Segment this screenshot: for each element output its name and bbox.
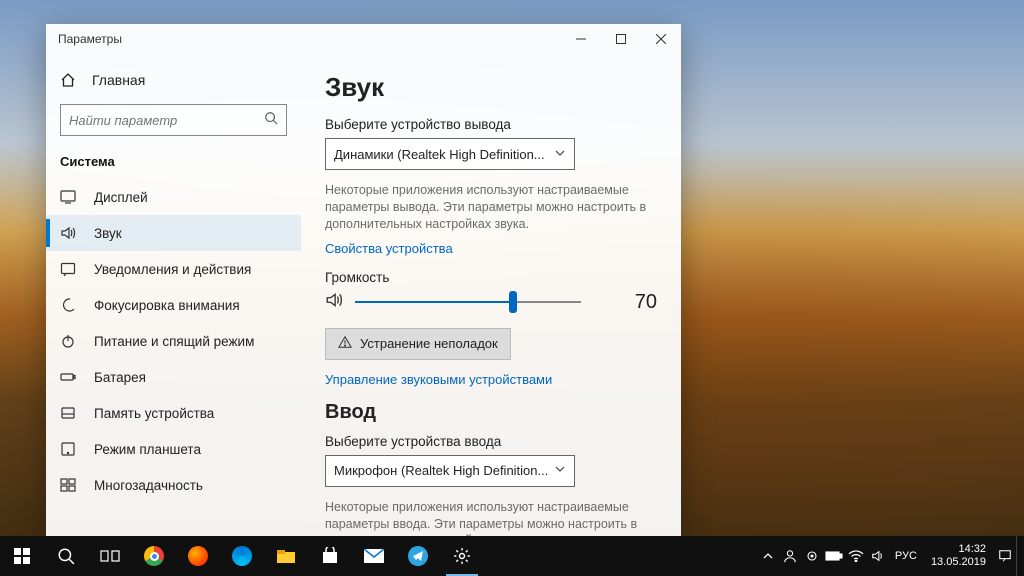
sidebar-home-label: Главная — [92, 72, 145, 88]
tray-chevron-up-icon[interactable] — [757, 536, 779, 576]
sidebar-item-label: Многозадачность — [94, 478, 203, 493]
maximize-button[interactable] — [601, 24, 641, 54]
output-desc: Некоторые приложения используют настраив… — [325, 182, 655, 233]
search-box[interactable] — [60, 104, 287, 136]
input-device-combo[interactable]: Микрофон (Realtek High Definition... — [325, 455, 575, 487]
sidebar-item-multitask[interactable]: Многозадачность — [46, 467, 301, 503]
notifications-icon — [60, 261, 76, 277]
tray-location-icon[interactable] — [801, 536, 823, 576]
taskbar-app-edge[interactable] — [220, 536, 264, 576]
tablet-icon — [60, 441, 76, 457]
taskbar-app-store[interactable] — [308, 536, 352, 576]
sidebar-item-tablet[interactable]: Режим планшета — [46, 431, 301, 467]
sidebar-item-battery[interactable]: Батарея — [46, 359, 301, 395]
sidebar-item-display[interactable]: Дисплей — [46, 179, 301, 215]
battery-icon — [60, 369, 76, 385]
taskbar-app-firefox[interactable] — [176, 536, 220, 576]
page-title: Звук — [325, 72, 657, 103]
manage-devices-link[interactable]: Управление звуковыми устройствами — [325, 372, 657, 387]
sidebar-item-label: Память устройства — [94, 406, 214, 421]
input-section-title: Ввод — [325, 401, 657, 424]
chevron-down-icon — [554, 463, 566, 478]
output-device-combo[interactable]: Динамики (Realtek High Definition... — [325, 138, 575, 170]
sidebar-item-focus[interactable]: Фокусировка внимания — [46, 287, 301, 323]
taskbar-app-mail[interactable] — [352, 536, 396, 576]
tray-volume-icon[interactable] — [867, 536, 889, 576]
sidebar-item-storage[interactable]: Память устройства — [46, 395, 301, 431]
warning-icon — [338, 335, 352, 352]
sidebar-item-label: Фокусировка внимания — [94, 298, 240, 313]
taskbar-app-settings[interactable] — [440, 536, 484, 576]
task-view-icon[interactable] — [88, 536, 132, 576]
sidebar-item-label: Режим планшета — [94, 442, 201, 457]
volume-slider[interactable] — [355, 294, 581, 310]
sound-icon — [60, 225, 76, 241]
show-desktop-button[interactable] — [1016, 536, 1022, 576]
sidebar-section-title: Система — [46, 150, 301, 179]
storage-icon — [60, 405, 76, 421]
sidebar-item-label: Дисплей — [94, 190, 148, 205]
home-icon — [60, 72, 76, 88]
taskbar-app-telegram[interactable] — [396, 536, 440, 576]
input-desc: Некоторые приложения используют настраив… — [325, 499, 655, 539]
device-properties-link[interactable]: Свойства устройства — [325, 241, 657, 256]
tray-action-center-icon[interactable] — [994, 536, 1016, 576]
start-button[interactable] — [0, 536, 44, 576]
volume-icon — [325, 291, 343, 314]
sidebar-item-power[interactable]: Питание и спящий режим — [46, 323, 301, 359]
settings-window: Параметры Главная Система Дисплей Звук — [46, 24, 681, 539]
sidebar-home[interactable]: Главная — [46, 62, 301, 98]
chevron-down-icon — [554, 147, 566, 162]
close-button[interactable] — [641, 24, 681, 54]
taskbar-app-explorer[interactable] — [264, 536, 308, 576]
content-area: Звук Выберите устройство вывода Динамики… — [301, 54, 681, 539]
sidebar-item-label: Питание и спящий режим — [94, 334, 254, 349]
titlebar: Параметры — [46, 24, 681, 54]
sidebar: Главная Система Дисплей Звук Уведомления… — [46, 54, 301, 539]
display-icon — [60, 189, 76, 205]
tray-people-icon[interactable] — [779, 536, 801, 576]
tray-clock[interactable]: 14:32 13.05.2019 — [923, 543, 994, 568]
troubleshoot-button[interactable]: Устранение неполадок — [325, 328, 511, 360]
sidebar-item-label: Звук — [94, 226, 122, 241]
tray-battery-icon[interactable] — [823, 536, 845, 576]
window-title: Параметры — [58, 32, 122, 46]
search-icon — [264, 111, 278, 130]
tray-date: 13.05.2019 — [931, 556, 986, 569]
tray-wifi-icon[interactable] — [845, 536, 867, 576]
minimize-button[interactable] — [561, 24, 601, 54]
sidebar-item-sound[interactable]: Звук — [46, 215, 301, 251]
power-icon — [60, 333, 76, 349]
taskbar-app-chrome[interactable] — [132, 536, 176, 576]
focus-icon — [60, 297, 76, 313]
multitask-icon — [60, 477, 76, 493]
tray-time: 14:32 — [931, 543, 986, 556]
troubleshoot-label: Устранение неполадок — [360, 336, 498, 351]
tray-language[interactable]: РУС — [889, 550, 923, 562]
sidebar-item-notifications[interactable]: Уведомления и действия — [46, 251, 301, 287]
sidebar-item-label: Уведомления и действия — [94, 262, 251, 277]
taskbar: РУС 14:32 13.05.2019 — [0, 536, 1024, 576]
output-device-value: Динамики (Realtek High Definition... — [334, 147, 545, 162]
search-input[interactable] — [69, 113, 264, 128]
sidebar-item-label: Батарея — [94, 370, 146, 385]
volume-value: 70 — [623, 291, 657, 314]
volume-label: Громкость — [325, 270, 657, 285]
input-device-value: Микрофон (Realtek High Definition... — [334, 463, 548, 478]
input-device-label: Выберите устройства ввода — [325, 434, 657, 449]
taskbar-search-icon[interactable] — [44, 536, 88, 576]
output-device-label: Выберите устройство вывода — [325, 117, 657, 132]
